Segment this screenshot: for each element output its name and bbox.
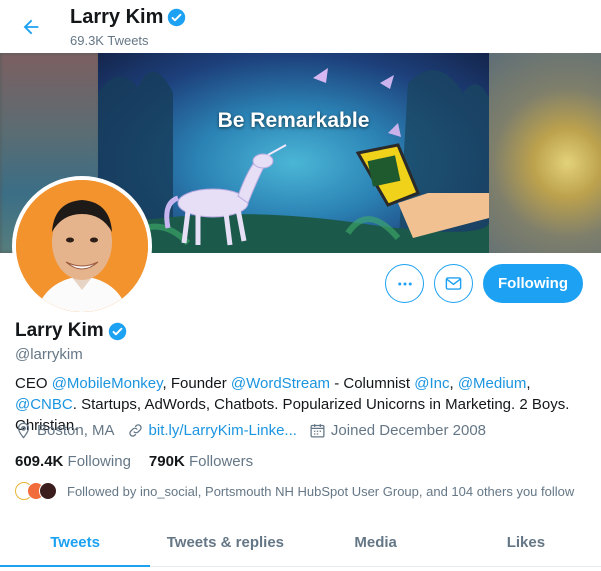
link-icon — [128, 424, 142, 437]
following-count: 609.4K — [15, 453, 64, 470]
mention-link[interactable]: @WordStream — [231, 375, 330, 392]
banner-illustration — [98, 68, 489, 253]
avatar[interactable] — [12, 176, 152, 316]
followed-by-text: Followed by ino_social, Portsmouth NH Hu… — [67, 483, 575, 499]
following-button[interactable]: Following — [483, 264, 583, 303]
banner-image: Be Remarkable — [98, 53, 489, 253]
following-stat[interactable]: 609.4K Following — [15, 453, 131, 470]
profile-meta: Boston, MA bit.ly/LarryKim-Linke... Join… — [15, 422, 498, 439]
bio-text: , — [449, 375, 458, 392]
tab-tweets[interactable]: Tweets — [0, 519, 151, 567]
back-button[interactable] — [16, 12, 46, 42]
location-text: Boston, MA — [37, 422, 115, 439]
mention-link[interactable]: @Medium — [458, 375, 527, 392]
following-label: Following — [67, 453, 131, 470]
mention-link[interactable]: @MobileMonkey — [52, 375, 163, 392]
follower-avatars — [15, 482, 57, 500]
message-icon — [445, 277, 462, 290]
back-arrow-icon — [23, 19, 39, 35]
location: Boston, MA — [15, 422, 115, 439]
mini-avatar — [39, 482, 57, 500]
tab-likes[interactable]: Likes — [451, 519, 601, 566]
profile-stats: 609.4K Following 790K Followers — [15, 453, 253, 470]
profile-name: Larry Kim — [15, 320, 127, 342]
profile-name-text: Larry Kim — [15, 320, 104, 341]
location-icon — [17, 422, 30, 439]
banner-title: Be Remarkable — [217, 109, 370, 132]
more-button[interactable] — [385, 264, 424, 303]
tab-media[interactable]: Media — [301, 519, 451, 566]
followers-stat[interactable]: 790K Followers — [149, 453, 253, 470]
profile-handle: @larrykim — [15, 346, 83, 363]
message-button[interactable] — [434, 264, 473, 303]
calendar-icon — [310, 424, 325, 438]
followers-label: Followers — [188, 453, 254, 470]
profile-tabs: Tweets Tweets & replies Media Likes — [0, 519, 601, 567]
bio-text: , Founder — [162, 375, 231, 392]
more-icon — [397, 282, 412, 285]
bio-text: - Columnist — [330, 375, 415, 392]
verified-badge-icon — [168, 8, 186, 27]
tweet-count: 69.3K Tweets — [70, 33, 149, 48]
website-link[interactable]: bit.ly/LarryKim-Linke... — [149, 422, 297, 439]
tab-tweets-replies[interactable]: Tweets & replies — [150, 519, 300, 566]
followed-by[interactable]: Followed by ino_social, Portsmouth NH Hu… — [15, 482, 574, 500]
website: bit.ly/LarryKim-Linke... — [127, 422, 297, 439]
avatar-photo — [16, 180, 148, 312]
join-date-text: Joined December 2008 — [330, 422, 487, 439]
mention-link[interactable]: @Inc — [414, 375, 449, 392]
header-title: Larry Kim — [70, 6, 186, 29]
profile-header: Larry Kim 69.3K Tweets — [0, 0, 601, 53]
bio-text: , — [526, 375, 531, 392]
mention-link[interactable]: @CNBC — [15, 396, 73, 413]
followers-count: 790K — [148, 453, 185, 470]
join-date: Joined December 2008 — [309, 422, 486, 439]
verified-badge-icon — [108, 322, 126, 340]
bio-text: CEO — [15, 375, 52, 392]
header-name-text: Larry Kim — [70, 6, 164, 28]
